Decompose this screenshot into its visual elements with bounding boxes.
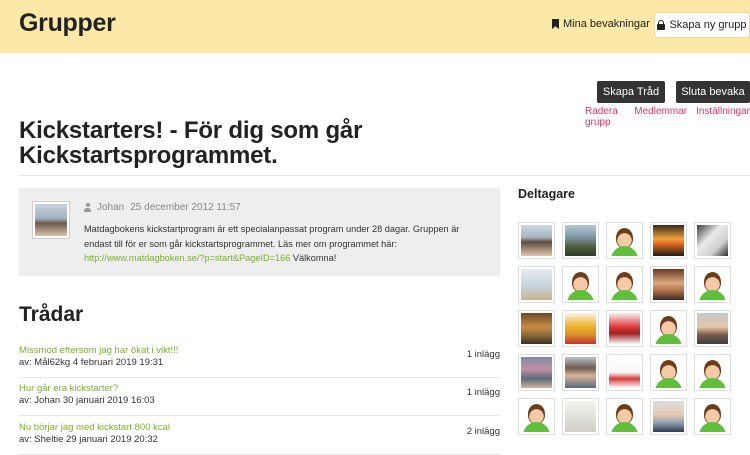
user-icon [84, 203, 91, 212]
thread-row: Nu börjar jag med kickstart 800 kcal av:… [19, 417, 500, 455]
participant-avatar[interactable] [650, 222, 687, 259]
thread-byline: av: Mål62kg 4 februari 2019 19:31 [19, 357, 164, 368]
participant-avatar[interactable] [606, 310, 643, 347]
photo-wall [565, 401, 596, 432]
participant-avatar[interactable] [518, 266, 555, 303]
photo-woman [653, 269, 684, 300]
post-text-end: Välkomna! [290, 253, 337, 263]
my-watches-link[interactable]: Mina bevakningar [552, 18, 650, 30]
thread-row: Missmod eftersom jag har ökat i vikt!!! … [19, 340, 500, 378]
participant-avatar[interactable] [650, 354, 687, 391]
thread-byline: av: Sheltie 29 januari 2019 20:32 [19, 434, 158, 445]
author-avatar[interactable] [32, 201, 70, 239]
participant-avatar[interactable] [606, 354, 643, 391]
participant-avatar[interactable] [694, 266, 731, 303]
post-date: 25 december 2012 11:57 [130, 202, 241, 213]
default-avatar-icon [609, 269, 640, 300]
divider [19, 175, 750, 176]
participant-avatar[interactable] [518, 398, 555, 435]
default-avatar-icon [653, 313, 684, 344]
thread-title[interactable]: Nu börjar jag med kickstart 800 kcal [19, 422, 170, 433]
default-avatar-icon [609, 401, 640, 432]
participant-avatar[interactable] [650, 398, 687, 435]
photo-sunset [653, 225, 684, 256]
thread-title[interactable]: Missmod eftersom jag har ökat i vikt!!! [19, 345, 178, 356]
post-text-body: Matdagbokens kickstartprogram är ett spe… [84, 224, 460, 249]
participant-avatar[interactable] [562, 310, 599, 347]
participant-avatar[interactable] [562, 266, 599, 303]
settings-link[interactable]: Inställningar [696, 106, 750, 128]
participant-avatar[interactable] [562, 354, 599, 391]
thread-post-count: 2 inlägg [466, 426, 500, 437]
participant-avatar[interactable] [518, 222, 555, 259]
default-avatar-icon [697, 357, 728, 388]
post-text: Matdagbokens kickstartprogram är ett spe… [84, 222, 489, 266]
participant-avatar[interactable] [562, 398, 599, 435]
post-author[interactable]: Johan [97, 202, 124, 213]
delete-group-link[interactable]: Radera grupp [585, 106, 625, 128]
participants-heading: Deltagare [518, 187, 575, 201]
thread-title[interactable]: Hur går era kickstarter? [19, 383, 118, 394]
section-title: Grupper [19, 9, 116, 37]
photo-drawing [609, 357, 640, 388]
thread-byline: av: Johan 30 januari 2019 16:03 [19, 395, 155, 406]
participant-avatar[interactable] [606, 398, 643, 435]
participant-avatar[interactable] [650, 266, 687, 303]
create-group-label: Skapa ny grupp [669, 19, 747, 31]
my-watches-label: Mina bevakningar [563, 18, 650, 30]
default-avatar-icon [521, 401, 552, 432]
participant-avatar[interactable] [650, 310, 687, 347]
photo-flowers [609, 313, 640, 344]
photo-woman-2 [565, 357, 596, 388]
stop-watching-button[interactable]: Sluta bevaka [676, 81, 750, 103]
members-link[interactable]: Medlemmar [634, 106, 687, 128]
participant-avatar[interactable] [694, 354, 731, 391]
top-bar: Grupper Mina bevakningar Skapa ny grupp [0, 0, 750, 53]
photo-man [521, 225, 552, 256]
admin-links: Radera grupp Medlemmar Inställningar [585, 106, 750, 128]
photo-beach [521, 269, 552, 300]
program-link[interactable]: http://www.matdagboken.se/?p=start&PageI… [84, 253, 290, 263]
default-avatar-icon [697, 269, 728, 300]
default-avatar-icon [697, 401, 728, 432]
participant-avatar[interactable] [518, 354, 555, 391]
participant-avatar[interactable] [606, 222, 643, 259]
photo-man-2 [653, 401, 684, 432]
participant-avatar[interactable] [694, 398, 731, 435]
photo-pooh [565, 313, 596, 344]
thread-row: Hur går era kickstarter? av: Johan 30 ja… [19, 378, 500, 416]
photo-person-2 [521, 357, 552, 388]
photo-man-glasses [697, 313, 728, 344]
photo-house [521, 313, 552, 344]
participant-avatar[interactable] [518, 310, 555, 347]
participant-avatar[interactable] [606, 266, 643, 303]
default-avatar-icon [565, 269, 596, 300]
bookmark-icon [552, 19, 559, 29]
group-title: Kickstarters! - För dig som går Kickstar… [19, 117, 363, 169]
participant-avatar[interactable] [694, 310, 731, 347]
thread-post-count: 1 inlägg [466, 349, 500, 360]
thread-post-count: 1 inlägg [466, 387, 500, 398]
participant-avatar[interactable] [694, 222, 731, 259]
participant-avatar[interactable] [562, 222, 599, 259]
threads-heading: Trådar [19, 303, 84, 326]
create-thread-button[interactable]: Skapa Tråd [597, 81, 665, 103]
photo-outdoor [565, 225, 596, 256]
create-group-button[interactable]: Skapa ny grupp [654, 12, 750, 38]
group-description-post: Johan 25 december 2012 11:57 Matdagboken… [19, 188, 500, 276]
default-avatar-icon [609, 225, 640, 256]
post-meta: Johan 25 december 2012 11:57 [84, 202, 241, 213]
lock-icon [657, 20, 666, 30]
photo-dog [697, 225, 728, 256]
default-avatar-icon [653, 357, 684, 388]
